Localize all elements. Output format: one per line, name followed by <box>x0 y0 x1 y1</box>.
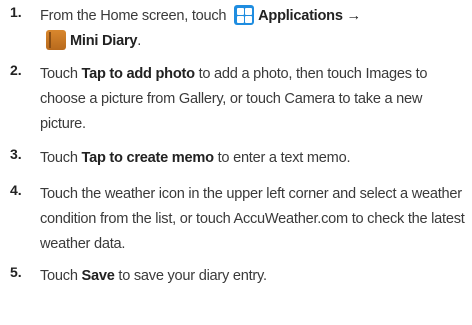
applications-icon <box>234 5 255 25</box>
step-touch: Touch <box>40 268 82 284</box>
step-text: From the Home screen, touch Applications… <box>40 4 470 54</box>
step-bold-label: Save <box>81 268 115 284</box>
step-touch: Touch <box>40 150 82 166</box>
step-text: Touch Save to save your diary entry. <box>40 264 470 289</box>
arrow-glyph: → <box>346 8 362 24</box>
step-rest: to save your diary entry. <box>114 268 267 284</box>
step-bold-label: Tap to add photo <box>81 66 196 82</box>
mini-diary-label: Mini Diary <box>70 33 138 49</box>
step-text: Touch the weather icon in the upper left… <box>40 186 465 252</box>
step-number: 5. <box>10 264 22 280</box>
step-number: 4. <box>10 182 22 198</box>
step-number: 3. <box>10 146 22 162</box>
step-touch: Touch <box>40 66 82 82</box>
step-text: Touch Tap to create memo to enter a text… <box>40 146 470 171</box>
step-rest: to enter a text memo. <box>213 150 351 166</box>
step-bold-label: Tap to create memo <box>81 150 215 166</box>
step-text: Touch Tap to add photo to add a photo, t… <box>40 62 470 137</box>
applications-label: Applications <box>258 8 343 24</box>
step-prefix: From the Home screen, touch <box>40 8 227 24</box>
step-number: 2. <box>10 62 22 78</box>
step-number: 1. <box>10 4 22 20</box>
step-suffix: . <box>137 33 142 49</box>
mini-diary-icon <box>46 30 66 50</box>
